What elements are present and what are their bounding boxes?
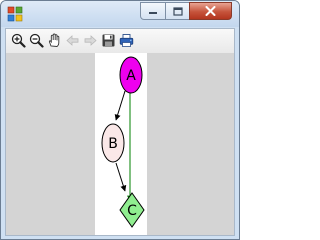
pan-button[interactable] — [46, 32, 63, 49]
node-a[interactable]: A — [119, 56, 143, 94]
hand-icon — [48, 33, 60, 47]
maximize-icon — [172, 6, 183, 16]
node-b-label: B — [108, 136, 118, 152]
print-button[interactable] — [118, 32, 135, 49]
close-button[interactable] — [189, 2, 232, 20]
node-c-label: C — [127, 203, 137, 219]
zoom-in-icon — [11, 33, 26, 48]
zoom-out-icon — [29, 33, 44, 48]
close-icon — [205, 6, 216, 16]
zoom-in-button[interactable] — [10, 32, 27, 49]
maximize-button[interactable] — [165, 2, 190, 20]
forward-button[interactable] — [82, 32, 99, 49]
minimize-button[interactable] — [140, 2, 166, 20]
client-area: A B C — [5, 28, 235, 236]
edge-a-to-b[interactable] — [114, 90, 126, 121]
arrow-left-icon — [66, 35, 79, 46]
floppy-disk-icon — [102, 34, 115, 47]
title-bar[interactable] — [1, 1, 239, 27]
graph-canvas[interactable]: A B C — [6, 53, 234, 235]
node-a-label: A — [126, 68, 136, 84]
back-button[interactable] — [64, 32, 81, 49]
node-c[interactable]: C — [119, 192, 145, 228]
printer-icon — [119, 34, 134, 47]
graph-page: A B C — [95, 53, 147, 235]
toolbar — [6, 29, 234, 54]
minimize-icon — [149, 12, 157, 14]
app-windows-icon[interactable] — [7, 6, 23, 22]
save-button[interactable] — [100, 32, 117, 49]
zoom-out-button[interactable] — [28, 32, 45, 49]
node-b[interactable]: B — [101, 123, 125, 163]
app-window: A B C — [0, 0, 240, 240]
arrow-right-icon — [84, 35, 97, 46]
edge-b-to-c[interactable] — [115, 162, 127, 192]
